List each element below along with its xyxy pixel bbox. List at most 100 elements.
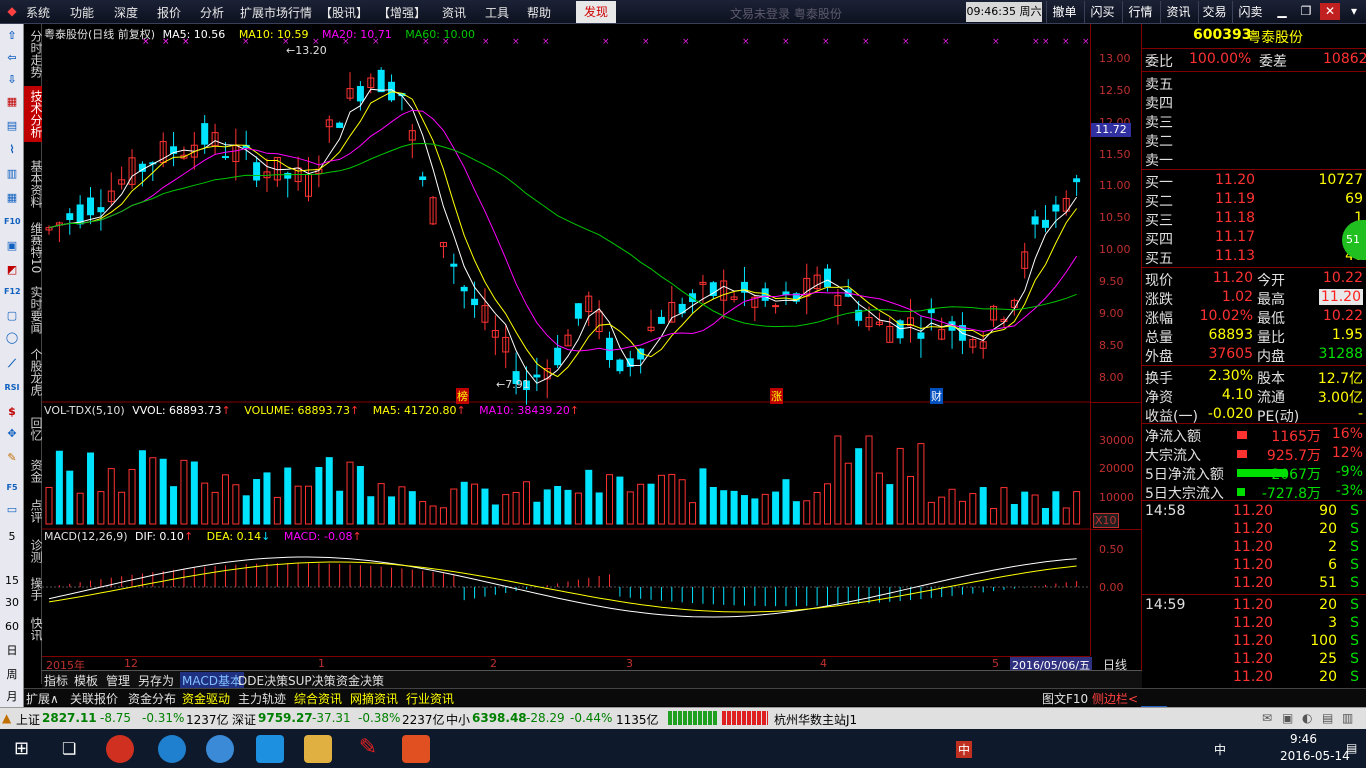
menu-stocknews[interactable]: 【股讯】 [320,4,368,21]
kline-chart[interactable]: × × × × × × × × × × × × × × × × × × × × × × × × × × ×× × × [42,24,1090,656]
tab-fund-decision[interactable]: 资金决策 [336,672,384,689]
window-icon[interactable]: ▢ [4,308,20,324]
tab-main-trace[interactable]: 主力轨迹 [238,690,286,707]
square-icon[interactable]: ▭ [4,502,20,518]
tab-fund-drive[interactable]: 资金驱动 [182,690,230,707]
circle-icon[interactable]: ◯ [4,330,20,346]
tab-flash[interactable]: 快讯 [24,612,43,646]
menu-function[interactable]: 功能 [70,4,94,21]
tab-news[interactable]: 实时要闻 [24,282,43,338]
arrow-left-icon[interactable]: ⇦ [4,50,20,66]
buy-row[interactable]: 买四 11.17 1 [1145,229,1365,248]
tab-web-news[interactable]: 网摘资讯 [350,690,398,707]
period-60[interactable]: 60 [0,620,24,633]
period-15[interactable]: 15 [0,574,24,587]
f5-icon[interactable]: F5 [4,480,20,496]
period-week[interactable]: 周 [0,666,24,682]
app-browser-icon[interactable] [158,735,186,763]
tab-indicator[interactable]: 指标 [44,672,68,689]
dropdown-icon[interactable]: ▾ [1344,3,1364,20]
period-5[interactable]: 5 [0,530,24,543]
minimize-icon[interactable]: ▁ [1272,3,1292,20]
bar-icon[interactable]: ▥ [4,166,20,182]
trade-button[interactable]: 交易 [1198,1,1230,23]
marker-zhang[interactable]: 涨 [770,388,783,404]
menu-help[interactable]: 帮助 [527,4,551,21]
menu-info[interactable]: 资讯 [442,4,466,21]
windows-start-icon[interactable]: ⊞ [14,738,29,759]
status-icon[interactable]: ▣ [1282,711,1293,725]
f10-button[interactable]: 图文F10 [1042,690,1088,707]
tab-manage[interactable]: 管理 [106,672,130,689]
tab-sup[interactable]: SUP决策 [288,672,336,689]
tab-fundamentals[interactable]: 基本资料 [24,156,43,212]
sidebar-toggle[interactable]: 侧边栏< [1092,690,1138,707]
f12-icon[interactable]: F12 [4,284,21,300]
menu-analysis[interactable]: 分析 [200,4,224,21]
menu-depth[interactable]: 深度 [114,4,138,21]
f10-icon[interactable]: F10 [4,214,21,230]
tab-macd-basic[interactable]: MACD基本 [180,672,244,689]
tab-expand[interactable]: 扩展∧ [26,690,59,707]
ie-icon[interactable] [206,735,234,763]
ime-label[interactable]: 中 [1214,741,1226,758]
chart-icon[interactable]: ▦ [4,94,20,110]
tab-intraday[interactable]: 分时走势 [24,26,43,82]
menu-enhance[interactable]: 【增强】 [378,4,426,21]
list-icon[interactable]: ▤ [4,118,20,134]
status-icon[interactable]: ▤ [1322,711,1333,725]
tab-recall[interactable]: 回忆 [24,412,43,446]
move-icon[interactable]: ✥ [4,426,20,442]
cancel-order-button[interactable]: 撤单 [1046,1,1082,23]
table-icon[interactable]: ▣ [4,238,20,254]
menu-system[interactable]: 系统 [26,4,50,21]
grid-icon[interactable]: ▦ [4,190,20,206]
discover-button[interactable]: 发现 [576,1,616,23]
tab-dde[interactable]: DDE决策 [238,672,288,689]
arrow-down-icon[interactable]: ⇩ [4,72,20,88]
pen-app-icon[interactable]: ✎ [354,735,382,763]
menu-tools[interactable]: 工具 [485,4,509,21]
marker-cai[interactable]: 财 [930,388,943,404]
tab-diagnose[interactable]: 诊测 [24,534,43,568]
tab-operator[interactable]: 操手 [24,572,43,606]
app-9-icon[interactable] [106,735,134,763]
tab-related[interactable]: 关联报价 [70,690,118,707]
ime-icon[interactable]: 中 [956,741,973,758]
close-icon[interactable]: ✕ [1320,3,1340,20]
tab-general-news[interactable]: 综合资讯 [294,690,342,707]
buy-row[interactable]: 买三 11.18 1 [1145,210,1365,229]
period-30[interactable]: 30 [0,596,24,609]
period-day[interactable]: 日 [0,642,24,658]
period-month[interactable]: 月 [0,688,24,704]
notification-icon[interactable]: ▤ [1346,741,1357,755]
market-button[interactable]: 行情 [1122,1,1158,23]
menu-ext-market[interactable]: 扩展市场行情 [240,4,312,21]
tab-technical[interactable]: 技术分析 [24,86,43,142]
task-view-icon[interactable]: ❏ [62,739,76,758]
app-logo-icon[interactable]: ◆ [2,3,22,20]
restore-icon[interactable]: ❐ [1296,3,1316,20]
marker-bang[interactable]: 榜 [456,388,469,404]
trend-icon[interactable]: ⌇ [4,142,20,158]
tab-comment[interactable]: 点评 [24,494,43,528]
menu-quote[interactable]: 报价 [157,4,181,21]
edge-icon[interactable] [256,735,284,763]
pen-icon[interactable]: ✎ [4,450,20,466]
status-icon[interactable]: ✉ [1262,711,1272,725]
rsi-icon[interactable]: RSI [4,380,20,396]
dollar-icon[interactable]: $ [4,404,20,420]
tab-fund[interactable]: 资金 [24,454,43,488]
quick-sell-button[interactable]: 闪卖 [1232,1,1268,23]
news-button[interactable]: 资讯 [1160,1,1196,23]
tab-vsat[interactable]: 维赛特10 [24,220,43,276]
line-chart-icon[interactable]: ⟋ [4,356,20,372]
tab-template[interactable]: 模板 [74,672,98,689]
status-icon[interactable]: ▥ [1342,711,1353,725]
buy-row[interactable]: 买二 11.19 69 [1145,191,1365,210]
arrow-up-icon[interactable]: ⇧ [4,28,20,44]
tab-fund-dist[interactable]: 资金分布 [128,690,176,707]
buy-row[interactable]: 买五 11.13 40 [1145,248,1365,267]
tab-industry-news[interactable]: 行业资讯 [406,690,454,707]
folder-icon[interactable] [304,735,332,763]
